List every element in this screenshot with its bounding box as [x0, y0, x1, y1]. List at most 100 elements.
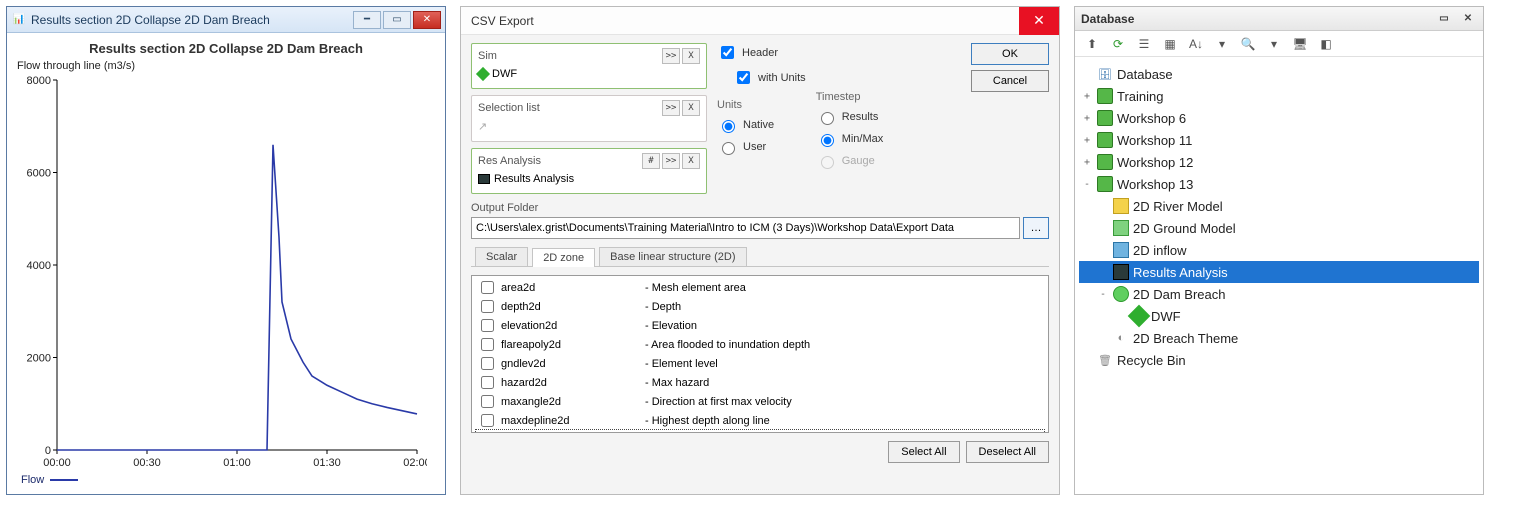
tree-node-label: 2D Breach Theme: [1133, 331, 1238, 346]
tab-2d-zone[interactable]: 2D zone: [532, 248, 595, 267]
sim-clear-button[interactable]: X: [682, 48, 700, 64]
list-icon[interactable]: ☰: [1135, 35, 1153, 53]
attr-row-flareapoly2d[interactable]: flareapoly2d- Area flooded to inundation…: [476, 335, 1044, 354]
attr-row-elevation2d[interactable]: elevation2d- Elevation: [476, 316, 1044, 335]
output-folder-input[interactable]: [471, 217, 1020, 239]
tree-node-recycle-bin[interactable]: 🗑Recycle Bin: [1079, 349, 1479, 371]
attr-row-maxangle2d[interactable]: maxangle2d- Direction at first max veloc…: [476, 392, 1044, 411]
attr-checkbox[interactable]: [481, 281, 494, 294]
svg-text:0: 0: [45, 445, 51, 457]
browse-button[interactable]: …: [1023, 217, 1049, 239]
cancel-button[interactable]: Cancel: [971, 70, 1049, 92]
output-folder-row: Output Folder …: [471, 202, 1049, 239]
select-all-button[interactable]: Select All: [888, 441, 959, 463]
attr-checkbox[interactable]: [481, 338, 494, 351]
tree-node-label: 2D Ground Model: [1133, 221, 1236, 236]
tree-node-2d-breach-theme[interactable]: ◐2D Breach Theme: [1079, 327, 1479, 349]
res-hash-button[interactable]: #: [642, 153, 660, 169]
res-item[interactable]: Results Analysis: [478, 173, 700, 185]
attribute-list[interactable]: area2d- Mesh element areadepth2d- Depthe…: [471, 275, 1049, 433]
tree-node-results-analysis[interactable]: Results Analysis: [1079, 261, 1479, 283]
attr-checkbox[interactable]: [481, 414, 494, 427]
attr-row-maxdepline2d[interactable]: maxdepline2d- Highest depth along line: [476, 411, 1044, 430]
collapse-icon[interactable]: -: [1097, 289, 1109, 300]
collapse-icon[interactable]: -: [1081, 179, 1093, 190]
res-icon: [1113, 264, 1129, 280]
sim-item[interactable]: DWF: [478, 68, 700, 80]
tree-node-2d-ground-model[interactable]: 2D Ground Model: [1079, 217, 1479, 239]
sim-panel[interactable]: Sim >> X DWF: [471, 43, 707, 89]
attr-row-gndlev2d[interactable]: gndlev2d- Element level: [476, 354, 1044, 373]
timestep-group: Timestep Results Min/Max Gauge: [816, 91, 884, 194]
expand-icon[interactable]: +: [1081, 113, 1093, 124]
attr-row-area2d[interactable]: area2d- Mesh element area: [476, 278, 1044, 297]
up-icon[interactable]: ⬆: [1083, 35, 1101, 53]
attribute-tabs: Scalar2D zoneBase linear structure (2D): [471, 247, 1049, 267]
expand-icon[interactable]: +: [1081, 135, 1093, 146]
attr-desc: - Direction at first max velocity: [645, 396, 792, 408]
tree-node-label: Database: [1117, 67, 1173, 82]
attr-checkbox[interactable]: [481, 376, 494, 389]
tree-node-workshop-12[interactable]: + Workshop 12: [1079, 151, 1479, 173]
tree-node-workshop-13[interactable]: -Workshop 13: [1079, 173, 1479, 195]
res-analysis-panel[interactable]: Res Analysis # >> X Results Analysis: [471, 148, 707, 194]
units-user-radio[interactable]: User: [717, 139, 806, 155]
tree-node-workshop-11[interactable]: +Workshop 11: [1079, 129, 1479, 151]
grid-icon[interactable]: ▦: [1161, 35, 1179, 53]
dropdown2-icon[interactable]: ▾: [1265, 35, 1283, 53]
dropdown-icon[interactable]: ▾: [1213, 35, 1231, 53]
tree-node-2d-river-model[interactable]: 2D River Model: [1079, 195, 1479, 217]
tab-scalar[interactable]: Scalar: [475, 247, 528, 266]
tree-node-dwf[interactable]: DWF: [1079, 305, 1479, 327]
close-button[interactable]: ✕: [413, 11, 441, 29]
res-expand-button[interactable]: >>: [662, 153, 680, 169]
expand-icon[interactable]: +: [1081, 91, 1093, 102]
deselect-all-button[interactable]: Deselect All: [966, 441, 1049, 463]
database-tree[interactable]: 🗄Database+Training+Workshop 6+Workshop 1…: [1075, 57, 1483, 494]
attr-key: gndlev2d: [501, 358, 641, 370]
database-titlebar[interactable]: Database ▭ ✕: [1075, 7, 1483, 31]
attr-row-hazard2d[interactable]: hazard2d- Max hazard: [476, 373, 1044, 392]
selection-expand-button: >>: [662, 100, 680, 116]
csv-titlebar[interactable]: CSV Export ✕: [461, 7, 1059, 35]
refresh-icon[interactable]: ⟳: [1109, 35, 1127, 53]
find-icon[interactable]: 🔍: [1239, 35, 1257, 53]
attr-row-maxdeppoly2d[interactable]: maxdeppoly2d- Highest depth inside polyg…: [476, 430, 1044, 433]
csv-export-dialog: CSV Export ✕ Sim >> X DWF: [460, 6, 1060, 495]
chart-titlebar[interactable]: 📊 Results section 2D Collapse 2D Dam Bre…: [7, 7, 445, 33]
ok-button[interactable]: OK: [971, 43, 1049, 65]
csv-dialog-title: CSV Export: [471, 14, 1019, 28]
attr-row-depth2d[interactable]: depth2d- Depth: [476, 297, 1044, 316]
tree-node-2d-dam-breach[interactable]: -2D Dam Breach: [1079, 283, 1479, 305]
tree-node-label: Workshop 12: [1117, 155, 1193, 170]
header-checkbox[interactable]: Header: [717, 43, 806, 62]
attr-checkbox[interactable]: [481, 319, 494, 332]
close-button[interactable]: ✕: [1019, 7, 1059, 35]
expand-icon[interactable]: +: [1081, 157, 1093, 168]
minimize-button[interactable]: ━: [353, 11, 381, 29]
timestep-minmax-radio[interactable]: Min/Max: [816, 131, 884, 147]
sort-icon[interactable]: A↓: [1187, 35, 1205, 53]
sim-expand-button[interactable]: >>: [662, 48, 680, 64]
screen-icon[interactable]: 🖥: [1291, 35, 1309, 53]
with-units-checkbox[interactable]: with Units: [717, 68, 806, 87]
tree-node-workshop-6[interactable]: +Workshop 6: [1079, 107, 1479, 129]
flow-line-chart[interactable]: 0200040006000800000:0000:3001:0001:3002:…: [17, 74, 427, 472]
maximize-button[interactable]: ▭: [383, 11, 411, 29]
attr-checkbox[interactable]: [481, 357, 494, 370]
selection-list-panel: Selection list >> X ↗: [471, 95, 707, 142]
tree-node-training[interactable]: +Training: [1079, 85, 1479, 107]
tab-base-linear-structure-2d-[interactable]: Base linear structure (2D): [599, 247, 746, 266]
tree-node-database[interactable]: 🗄Database: [1079, 63, 1479, 85]
close-button[interactable]: ✕: [1459, 11, 1477, 27]
tool-icon[interactable]: ◧: [1317, 35, 1335, 53]
res-clear-button[interactable]: X: [682, 153, 700, 169]
timestep-results-radio[interactable]: Results: [816, 109, 884, 125]
units-native-radio[interactable]: Native: [717, 117, 806, 133]
attr-checkbox[interactable]: [481, 300, 494, 313]
dwf-icon: [476, 67, 490, 81]
dock-button[interactable]: ▭: [1435, 11, 1453, 27]
sim-item-label: DWF: [492, 68, 517, 80]
attr-checkbox[interactable]: [481, 395, 494, 408]
tree-node-2d-inflow[interactable]: 2D inflow: [1079, 239, 1479, 261]
